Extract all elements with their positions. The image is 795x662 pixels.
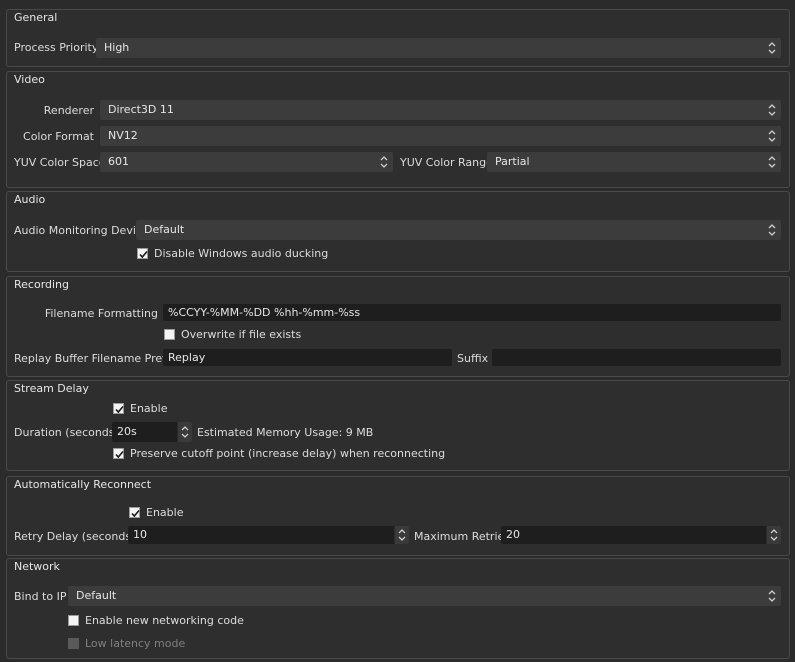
color-format-combo[interactable]: NV12 [100,126,781,146]
spinbox-arrows-icon[interactable] [177,422,192,442]
process-priority-label: Process Priority [14,41,99,54]
color-format-label: Color Format [23,130,94,143]
renderer-value: Direct3D 11 [108,103,174,116]
new-networking-box[interactable] [68,615,79,626]
replay-prefix-input[interactable]: Replay [163,349,452,366]
up-down-chevron-icon [375,152,393,172]
checkmark-icon [115,450,124,459]
audio-monitoring-device-combo[interactable]: Default [136,220,781,240]
up-down-chevron-icon [763,100,781,120]
filename-formatting-value: %CCYY-%MM-%DD %hh-%mm-%ss [168,306,361,319]
checkmark-icon [139,250,148,259]
renderer-label: Renderer [43,104,94,117]
recording-group-title: Recording [14,278,70,291]
checkmark-icon [131,509,140,518]
up-down-chevron-icon [763,126,781,146]
audio-group-title: Audio [14,193,46,206]
low-latency-label: Low latency mode [85,637,186,650]
low-latency-box [68,638,79,649]
memory-usage-text: Estimated Memory Usage: 9 MB [197,426,374,439]
retry-delay-value: 10 [133,528,147,541]
video-group-title: Video [14,73,45,86]
general-group: General Process Priority High [6,9,790,67]
stream-delay-enable-box[interactable] [113,403,124,414]
suffix-input[interactable] [492,349,781,366]
bind-ip-label: Bind to IP [14,590,67,603]
spinbox-arrows-icon[interactable] [766,526,781,544]
retry-delay-spinbox[interactable]: 10 [128,526,409,544]
checkmark-icon [115,405,124,414]
renderer-combo[interactable]: Direct3D 11 [100,100,781,120]
yuv-color-range-value: Partial [495,155,530,168]
disable-ducking-box[interactable] [137,248,148,259]
overwrite-label: Overwrite if file exists [181,328,302,341]
preserve-cutoff-box[interactable] [113,448,124,459]
up-down-chevron-icon [763,152,781,172]
recording-group: Recording Filename Formatting %CCYY-%MM-… [6,276,790,377]
yuv-color-space-combo[interactable]: 601 [100,152,393,172]
reconnect-enable-label: Enable [146,506,184,519]
bind-ip-combo[interactable]: Default [68,586,781,606]
stream-delay-group: Stream Delay Enable Duration (seconds) 2… [6,380,790,471]
reconnect-group: Automatically Reconnect Enable Retry Del… [6,476,790,556]
color-format-value: NV12 [108,129,138,142]
preserve-cutoff-label: Preserve cutoff point (increase delay) w… [130,447,446,460]
reconnect-enable-box[interactable] [129,507,140,518]
bind-ip-value: Default [76,589,117,602]
new-networking-label: Enable new networking code [85,614,244,627]
max-retries-value: 20 [506,528,520,541]
network-group: Network Bind to IP Default Enable new ne… [6,558,790,659]
stream-delay-enable-label: Enable [130,402,168,415]
yuv-color-range-label: YUV Color Range [400,156,493,169]
overwrite-box[interactable] [164,329,175,340]
replay-prefix-label: Replay Buffer Filename Prefix [14,352,176,365]
max-retries-label: Maximum Retries [414,530,511,543]
replay-prefix-value: Replay [168,351,206,364]
general-group-title: General [14,11,58,24]
up-down-chevron-icon [763,38,781,58]
up-down-chevron-icon [763,220,781,240]
spinbox-arrows-icon[interactable] [394,526,409,544]
yuv-color-range-combo[interactable]: Partial [487,152,781,172]
network-group-title: Network [14,560,60,573]
filename-formatting-input[interactable]: %CCYY-%MM-%DD %hh-%mm-%ss [163,304,781,321]
process-priority-combo[interactable]: High [96,38,781,58]
max-retries-spinbox[interactable]: 20 [501,526,781,544]
duration-label: Duration (seconds) [14,426,119,439]
duration-value: 20s [117,425,137,438]
stream-delay-group-title: Stream Delay [14,382,89,395]
suffix-label: Suffix [457,352,489,365]
duration-spinbox[interactable]: 20s [112,422,192,442]
video-group: Video Renderer Direct3D 11 Color Format … [6,71,790,188]
process-priority-value: High [104,41,130,54]
reconnect-group-title: Automatically Reconnect [14,478,152,491]
yuv-color-space-label: YUV Color Space [14,156,106,169]
retry-delay-label: Retry Delay (seconds) [14,530,136,543]
up-down-chevron-icon [763,586,781,606]
disable-ducking-label: Disable Windows audio ducking [154,247,329,260]
yuv-color-space-value: 601 [108,155,129,168]
audio-monitoring-device-label: Audio Monitoring Device [14,224,149,237]
audio-group: Audio Audio Monitoring Device Default Di… [6,191,790,272]
filename-formatting-label: Filename Formatting [44,307,158,320]
audio-monitoring-device-value: Default [144,223,185,236]
